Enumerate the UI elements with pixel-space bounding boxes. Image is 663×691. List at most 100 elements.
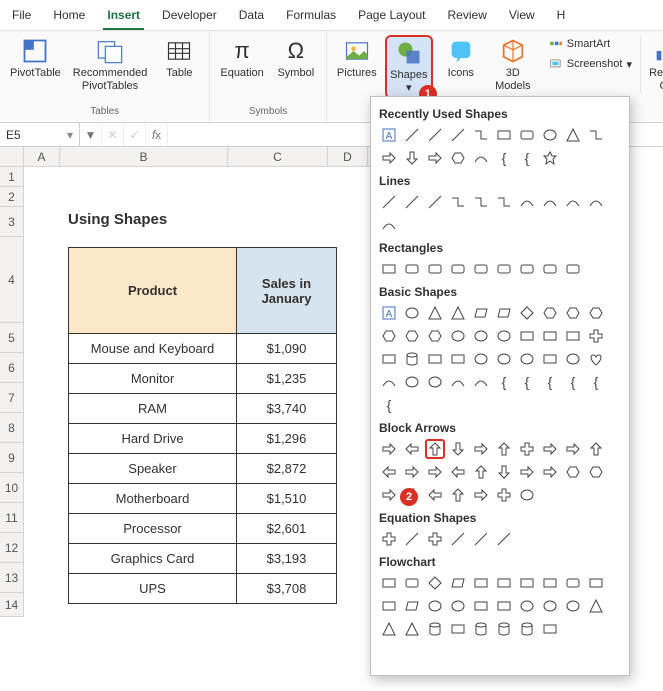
shape-delay[interactable] xyxy=(448,619,468,639)
shape-half-frame[interactable] xyxy=(540,326,560,346)
row-header[interactable]: 4 xyxy=(0,237,24,323)
shape-arc[interactable] xyxy=(471,372,491,392)
cell-january[interactable]: $3,740 xyxy=(237,394,337,424)
shape-snip2[interactable] xyxy=(448,259,468,279)
shape-data[interactable] xyxy=(448,573,468,593)
shape-diamond[interactable] xyxy=(517,303,537,323)
shape-summing[interactable] xyxy=(517,596,537,616)
shape-elbow[interactable] xyxy=(448,192,468,212)
header-january[interactable]: Sales in January xyxy=(237,248,337,334)
shape-curved-up[interactable] xyxy=(471,462,491,482)
table-row[interactable]: Mouse and Keyboard$1,090 xyxy=(69,334,337,364)
shape-magnetic[interactable] xyxy=(494,619,514,639)
shape-heptagon[interactable] xyxy=(586,303,606,323)
row-header[interactable]: 14 xyxy=(0,593,24,617)
tab-file[interactable]: File xyxy=(8,4,35,30)
shape-star[interactable] xyxy=(540,148,560,168)
shapes-button[interactable]: Shapes▾ 1 xyxy=(385,35,433,99)
row-header[interactable]: 7 xyxy=(0,383,24,413)
shape-callout-lr[interactable] xyxy=(471,485,491,505)
fx-confirm-icon[interactable]: ✕ xyxy=(102,123,124,146)
cell-january[interactable]: $3,193 xyxy=(237,544,337,574)
row-header[interactable]: 6 xyxy=(0,353,24,383)
shape-display[interactable] xyxy=(540,619,560,639)
shape-snip-diag[interactable] xyxy=(471,259,491,279)
shape-octagon[interactable] xyxy=(379,326,399,346)
shape-chevron[interactable] xyxy=(586,462,606,482)
table-row[interactable]: Monitor$1,235 xyxy=(69,364,337,394)
shape-lr-arrow[interactable] xyxy=(471,439,491,459)
shape-callout-l[interactable] xyxy=(425,485,445,505)
shape-dodecagon[interactable] xyxy=(425,326,445,346)
shape-trap[interactable] xyxy=(494,303,514,323)
shape-manual-op[interactable] xyxy=(402,596,422,616)
shape-rtriangle[interactable] xyxy=(448,303,468,323)
shape-curved-right[interactable] xyxy=(425,462,445,482)
shape-arrow-d[interactable] xyxy=(402,148,422,168)
cell-product[interactable]: Motherboard xyxy=(69,484,237,514)
shape-circular[interactable] xyxy=(517,485,537,505)
shape-predef[interactable] xyxy=(471,573,491,593)
shape-noentry[interactable] xyxy=(494,349,514,369)
shape-right-arrow[interactable] xyxy=(379,439,399,459)
shape-snip-round[interactable] xyxy=(494,259,514,279)
shape-manual-input[interactable] xyxy=(379,596,399,616)
shape-heart[interactable] xyxy=(586,349,606,369)
table-row[interactable]: Processor$2,601 xyxy=(69,514,337,544)
row-header[interactable]: 13 xyxy=(0,563,24,593)
shape-rbrace[interactable]: { xyxy=(517,148,537,168)
shape-lbracket[interactable]: { xyxy=(494,372,514,392)
shape-moon[interactable] xyxy=(425,372,445,392)
row-header[interactable]: 3 xyxy=(0,207,24,237)
shape-divide[interactable] xyxy=(448,529,468,549)
shape-internal[interactable] xyxy=(494,573,514,593)
shape-up-arrow[interactable] xyxy=(425,439,445,459)
shape-frame[interactable] xyxy=(517,326,537,346)
shape-alt-process[interactable] xyxy=(402,573,422,593)
cell-january[interactable]: $1,510 xyxy=(237,484,337,514)
table-row[interactable]: Hard Drive$1,296 xyxy=(69,424,337,454)
shape-line[interactable] xyxy=(379,192,399,212)
screenshot-button[interactable]: Screenshot ▾ xyxy=(545,55,636,73)
shape-folded[interactable] xyxy=(540,349,560,369)
shape-donut[interactable] xyxy=(471,349,491,369)
shape-triangle[interactable] xyxy=(563,125,583,145)
shape-textbox[interactable]: A xyxy=(379,125,399,145)
shape-oval[interactable] xyxy=(402,303,422,323)
shape-snip1[interactable] xyxy=(425,259,445,279)
shape-round1[interactable] xyxy=(517,259,537,279)
shape-stored[interactable] xyxy=(425,619,445,639)
shape-rect[interactable] xyxy=(494,125,514,145)
pictures-button[interactable]: Pictures xyxy=(333,35,381,82)
shape-lbrace[interactable]: { xyxy=(540,372,560,392)
table-button[interactable]: Table xyxy=(155,35,203,82)
shape-bent-arrow[interactable] xyxy=(563,439,583,459)
tab-developer[interactable]: Developer xyxy=(158,4,221,30)
shape-sun[interactable] xyxy=(402,372,422,392)
shape-elbow[interactable] xyxy=(586,125,606,145)
tab-view[interactable]: View xyxy=(505,4,539,30)
cell-january[interactable]: $1,090 xyxy=(237,334,337,364)
shape-pentagon[interactable] xyxy=(540,303,560,323)
shape-rrect[interactable] xyxy=(517,125,537,145)
shape-scribble[interactable] xyxy=(379,215,399,235)
tab-data[interactable]: Data xyxy=(235,4,268,30)
table-row[interactable]: Graphics Card$3,193 xyxy=(69,544,337,574)
tab-home[interactable]: Home xyxy=(49,4,89,30)
shape-dbracket[interactable]: { xyxy=(586,372,606,392)
shape-connector[interactable] xyxy=(471,125,491,145)
shape-sort[interactable] xyxy=(586,596,606,616)
col-header[interactable]: B xyxy=(60,147,228,167)
shape-lightning[interactable] xyxy=(379,372,399,392)
shape-minus[interactable] xyxy=(402,529,422,549)
shape-elbow-double[interactable] xyxy=(494,192,514,212)
shape-pentagon-arrow[interactable] xyxy=(563,462,583,482)
tab-page layout[interactable]: Page Layout xyxy=(354,4,429,30)
shape-arrow[interactable] xyxy=(379,148,399,168)
row-header[interactable]: 1 xyxy=(0,167,24,187)
shape-hex[interactable] xyxy=(448,148,468,168)
equation-button[interactable]: πEquation xyxy=(216,35,267,82)
cell-product[interactable]: Graphics Card xyxy=(69,544,237,574)
shape-or[interactable] xyxy=(540,596,560,616)
shape-arrow-r[interactable] xyxy=(425,148,445,168)
